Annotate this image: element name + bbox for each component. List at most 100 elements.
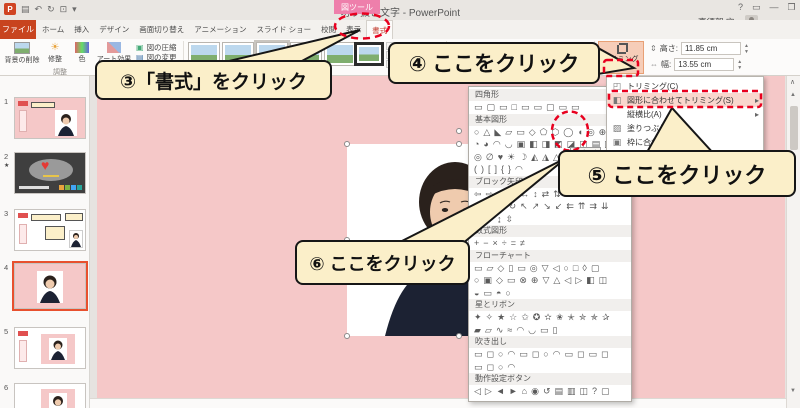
mini-decoration [18,331,28,336]
scroll-up-icon[interactable]: ▲ [790,92,796,98]
mini-photo [55,110,77,136]
mini-slide [41,334,75,364]
button-label: 背景の削除 [4,57,40,64]
ribbon-tab-書式[interactable]: 書式 [366,20,394,39]
ribbon-tab-スライド ショー[interactable]: スライド ショー [251,20,316,39]
width-icon: ⇔ [650,60,658,69]
title-bar: P ▤ ↶ ↻ ⊡ ▾ 切り抜き文字 - PowerPoint 図ツール ? ▭… [0,0,800,20]
artistic-effects-icon [107,42,121,53]
slide-number: 5 [4,327,9,336]
menu-item-crop-to-shape[interactable]: ◧ 図形に合わせてトリミング(S) ▸ [607,93,763,107]
menu-item-crop[interactable]: ◰ トリミング(C) [607,79,763,93]
shape-row[interactable]: ▰▱∿≈◠◡▭▯ [469,324,631,337]
menu-item-fill[interactable]: ▨ 塗りつぶし(L) [607,121,763,135]
slide-number: 3 [4,209,9,218]
mini-heart: ♥ [41,157,50,173]
shape-row[interactable]: ↩↪↺↻↖↗↘↙⇇⇈⇉⇊ [469,200,631,213]
slide-thumbnail-3[interactable] [14,209,86,251]
selection-handle[interactable] [344,333,350,339]
help-button[interactable]: ? [738,2,743,13]
mini-decoration [18,101,28,106]
width-spinner[interactable]: ▲ ▼ [737,59,742,71]
slide-thumbnail-6[interactable] [14,383,86,408]
mini-photo [49,393,67,408]
window-controls: ? ▭ — ❐ ✕ [738,2,800,13]
file-tab[interactable]: ファイル [0,20,36,39]
submenu-arrow-icon: ▸ [754,95,759,105]
collapse-ribbon-icon[interactable]: ∧ [790,78,795,86]
mini-callout [31,102,55,108]
minimize-button[interactable]: — [770,2,779,13]
shape-row[interactable]: ▭◻○◠ [469,361,631,374]
remove-background-icon [14,42,30,54]
slide-thumbnail-5[interactable] [14,327,86,369]
callout-step-4: ④ ここをクリック [388,42,600,84]
shape-row[interactable]: ○▣◇▭⊗⊕▽△◁▷◧◫ [469,274,631,287]
menu-item-fit[interactable]: ▣ 枠に合わせる(I) [607,135,763,149]
height-spinner[interactable]: ▲ ▼ [744,43,749,55]
shape-row[interactable]: ▭◻○◠▭◻○◠▭◻▭◻ [469,348,631,361]
slide-thumbnail-1[interactable] [14,97,86,139]
scroll-down-icon[interactable]: ▼ [790,388,796,394]
ribbon-tab-挿入[interactable]: 挿入 [69,20,94,39]
ribbon-tab-校閲[interactable]: 校閲 [316,20,341,39]
corrections-icon: ☀ [50,42,60,53]
mini-swatch [71,185,76,190]
mini-text-line [19,186,49,189]
slide-thumbnail-4-selected[interactable] [12,261,88,311]
crop-button[interactable]: トリミング ▾ [598,41,644,74]
corrections-button[interactable]: ☀ 修整 [42,42,68,64]
shape-row[interactable]: ◒▭◓○ [469,287,631,300]
mini-callout [31,214,61,221]
ribbon-tab-ホーム[interactable]: ホーム [37,20,69,39]
callout-step-5: ⑤ ここをクリック [558,150,796,197]
slide-thumbnail-2[interactable]: ♥ [14,152,86,194]
height-input[interactable] [680,42,741,55]
window-title: 切り抜き文字 - PowerPoint [339,8,461,19]
color-button[interactable]: 色 [70,42,94,64]
fit-icon: ▣ [612,136,622,147]
scrollbar-thumb[interactable] [790,106,798,150]
remove-background-button[interactable]: 背景の削除 [4,42,40,65]
mini-decoration [18,213,28,218]
width-input[interactable] [674,58,735,71]
slide-number: 1 [4,97,9,106]
ribbon-options-button[interactable]: ▭ [752,2,761,13]
slide-number: 2 [4,152,9,161]
mini-swatch [77,185,82,190]
vertical-scrollbar[interactable]: ∧ ▲ ▼ [786,76,800,408]
shape-category-label: フローチャート [469,249,631,262]
shape-row[interactable]: ▭▱◇▯▭◎▽◁○□◊▢ [469,262,631,275]
mini-text-line [43,175,59,177]
restore-button[interactable]: ❐ [788,2,796,13]
shape-category-label: 数式図形 [469,225,631,237]
ribbon-tab-bar: ファイル ホーム 挿入 デザイン 画面切り替え アニメーション スライド ショー 校閲 表示書… [0,20,800,39]
height-label: 高さ: [659,44,678,53]
ribbon-tab-画面切り替え[interactable]: 画面切り替え [134,20,189,39]
ribbon-tab-デザイン[interactable]: デザイン [94,20,134,39]
shape-category-label: 吹き出し [469,336,631,348]
selection-handle[interactable] [344,141,350,147]
button-label: 修整 [48,56,62,63]
callout-step-3: ③「書式」をクリック [95,60,332,100]
selection-handle[interactable] [456,141,462,147]
shape-category-label: 動作設定ボタン [469,373,631,385]
shape-row[interactable]: ↤↦↨⇳ [469,213,631,226]
shape-row[interactable]: ◁▷◄►⌂◉↺▤▥◫?▢ [469,385,631,398]
menu-item-aspect-ratio[interactable]: 縦横比(A) ▸ [607,107,763,121]
crop-icon [616,43,628,54]
selection-handle[interactable] [456,333,462,339]
mini-decoration [19,224,27,244]
mini-photo [37,271,63,303]
picture-style-thumb-framed[interactable] [354,42,384,66]
rotation-handle[interactable] [456,128,462,134]
button-label: 色 [78,56,86,63]
menu-item-label: トリミング(C) [627,81,679,91]
crop-dropdown-arrow-icon[interactable]: ▾ [619,64,622,71]
shape-row[interactable]: ✦✧★☆✩✪✫✬✭✮✯✰ [469,311,631,324]
ribbon-tab-表示[interactable]: 表示 [341,20,366,39]
ribbon-tab-アニメーション[interactable]: アニメーション [189,20,251,39]
ribbon-tabs: ホーム 挿入 デザイン 画面切り替え アニメーション スライド ショー 校閲 表示 書式 [37,20,394,39]
fill-icon: ▨ [612,122,622,133]
shape-row[interactable]: +−×÷=≠ [469,237,631,250]
